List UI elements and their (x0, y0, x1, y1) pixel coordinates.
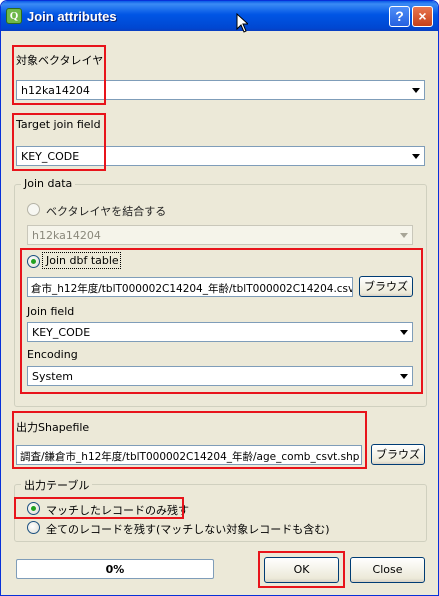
join-vector-layer-value: h12ka14204 (32, 229, 101, 242)
join-vector-layer-label[interactable]: ベクタレイヤを結合する (46, 203, 166, 219)
progress-percent: 0% (105, 563, 125, 576)
output-browse-button[interactable]: ブラウズ (371, 444, 425, 465)
annotation-box-ok (258, 551, 345, 588)
chevron-down-icon[interactable] (408, 82, 423, 98)
annotation-box-keep-matched (14, 497, 184, 519)
keep-all-radio[interactable] (27, 521, 40, 534)
chevron-down-icon[interactable] (408, 148, 423, 164)
annotation-box-output-shapefile (12, 411, 367, 469)
chevron-down-icon[interactable] (396, 227, 411, 243)
window-title: Join attributes (27, 9, 117, 24)
join-vector-layer-select[interactable]: h12ka14204 (27, 225, 413, 245)
annotation-box-join-dbf (20, 248, 423, 394)
join-vector-layer-radio[interactable] (27, 203, 40, 216)
mouse-pointer-icon (236, 13, 248, 33)
qgis-app-icon: Q (6, 8, 22, 24)
title-bar[interactable]: Q Join attributes ? × (1, 1, 438, 31)
close-button[interactable]: Close (350, 557, 425, 583)
progress-bar: 0% (16, 559, 214, 579)
output-table-group-title: 出力テーブル (21, 477, 93, 493)
join-attributes-dialog: Q Join attributes ? × 対象ベクタレイヤ h12ka1420… (0, 0, 439, 596)
join-data-group-title: Join data (21, 177, 76, 190)
annotation-box-target-layer (12, 45, 106, 105)
close-window-button[interactable]: × (412, 6, 433, 27)
annotation-box-target-join-field (12, 113, 106, 171)
keep-all-label[interactable]: 全てのレコードを残す(マッチしない対象レコードも含む) (46, 521, 330, 537)
help-button[interactable]: ? (389, 6, 410, 27)
